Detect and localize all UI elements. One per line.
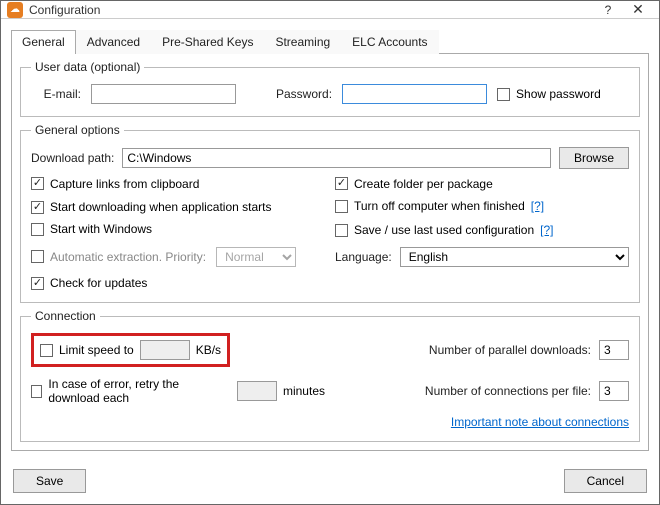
limit-speed-input <box>140 340 190 360</box>
start-download-label: Start downloading when application start… <box>50 200 271 214</box>
titlebar: ☁ Configuration ? ✕ <box>1 1 659 19</box>
close-button[interactable]: ✕ <box>623 1 653 18</box>
turnoff-label: Turn off computer when finished <box>354 199 525 213</box>
turnoff-checkbox[interactable]: Turn off computer when finished <box>335 199 525 213</box>
create-folder-label: Create folder per package <box>354 177 493 191</box>
window-title: Configuration <box>29 3 593 17</box>
dialog-footer: Save Cancel <box>1 459 659 505</box>
show-password-checkbox[interactable]: Show password <box>497 87 601 101</box>
download-path-input[interactable] <box>122 148 551 168</box>
turnoff-help-link[interactable]: [?] <box>531 199 544 213</box>
dialog-body: General Advanced Pre-Shared Keys Streami… <box>1 19 659 459</box>
retry-unit: minutes <box>283 384 325 398</box>
email-label: E-mail: <box>31 87 81 101</box>
check-updates-checkbox[interactable]: Check for updates <box>31 276 147 290</box>
userdata-legend: User data (optional) <box>31 60 144 74</box>
perfile-label: Number of connections per file: <box>425 384 591 398</box>
auto-extract-label: Automatic extraction. Priority: <box>50 250 206 264</box>
connection-group: Connection Limit speed to KB/s <box>20 309 640 442</box>
save-last-checkbox[interactable]: Save / use last used configuration <box>335 223 534 237</box>
password-label: Password: <box>276 87 332 101</box>
cancel-button[interactable]: Cancel <box>564 469 647 493</box>
password-input[interactable] <box>342 84 487 104</box>
userdata-group: User data (optional) E-mail: Password: S… <box>20 60 640 117</box>
save-last-label: Save / use last used configuration <box>354 223 534 237</box>
check-updates-label: Check for updates <box>50 276 147 290</box>
retry-input <box>237 381 277 401</box>
create-folder-checkbox[interactable]: Create folder per package <box>335 177 493 191</box>
limit-speed-highlight: Limit speed to KB/s <box>31 333 230 367</box>
tab-elc-accounts[interactable]: ELC Accounts <box>341 30 438 54</box>
general-options-legend: General options <box>31 123 124 137</box>
priority-select: Normal <box>216 247 296 267</box>
language-label: Language: <box>335 250 392 264</box>
connection-note-link[interactable]: Important note about connections <box>451 415 629 429</box>
tab-bar: General Advanced Pre-Shared Keys Streami… <box>11 29 649 54</box>
limit-speed-label: Limit speed to <box>59 343 134 357</box>
show-password-label: Show password <box>516 87 601 101</box>
language-select[interactable]: English <box>400 247 629 267</box>
start-download-checkbox[interactable]: Start downloading when application start… <box>31 200 271 214</box>
browse-button[interactable]: Browse <box>559 147 629 169</box>
email-input[interactable] <box>91 84 236 104</box>
retry-label: In case of error, retry the download eac… <box>48 377 231 405</box>
help-button[interactable]: ? <box>593 3 623 17</box>
tab-advanced[interactable]: Advanced <box>76 30 151 54</box>
connection-legend: Connection <box>31 309 100 323</box>
parallel-label: Number of parallel downloads: <box>429 343 591 357</box>
capture-links-label: Capture links from clipboard <box>50 177 199 191</box>
perfile-input[interactable] <box>599 381 629 401</box>
limit-speed-checkbox[interactable]: Limit speed to <box>40 343 134 357</box>
auto-extract-checkbox[interactable]: Automatic extraction. Priority: <box>31 250 206 264</box>
save-button[interactable]: Save <box>13 469 86 493</box>
parallel-input[interactable] <box>599 340 629 360</box>
configuration-window: ☁ Configuration ? ✕ General Advanced Pre… <box>0 0 660 505</box>
capture-links-checkbox[interactable]: Capture links from clipboard <box>31 177 199 191</box>
retry-checkbox[interactable]: In case of error, retry the download eac… <box>31 377 231 405</box>
start-windows-label: Start with Windows <box>50 222 152 236</box>
tab-panel-general: User data (optional) E-mail: Password: S… <box>11 54 649 451</box>
general-options-group: General options Download path: Browse Ca… <box>20 123 640 303</box>
download-path-label: Download path: <box>31 151 114 165</box>
limit-speed-unit: KB/s <box>196 343 221 357</box>
tab-streaming[interactable]: Streaming <box>264 30 341 54</box>
start-windows-checkbox[interactable]: Start with Windows <box>31 222 152 236</box>
tab-general[interactable]: General <box>11 30 76 54</box>
app-icon: ☁ <box>7 2 23 18</box>
tab-preshared-keys[interactable]: Pre-Shared Keys <box>151 30 264 54</box>
save-last-help-link[interactable]: [?] <box>540 223 553 237</box>
